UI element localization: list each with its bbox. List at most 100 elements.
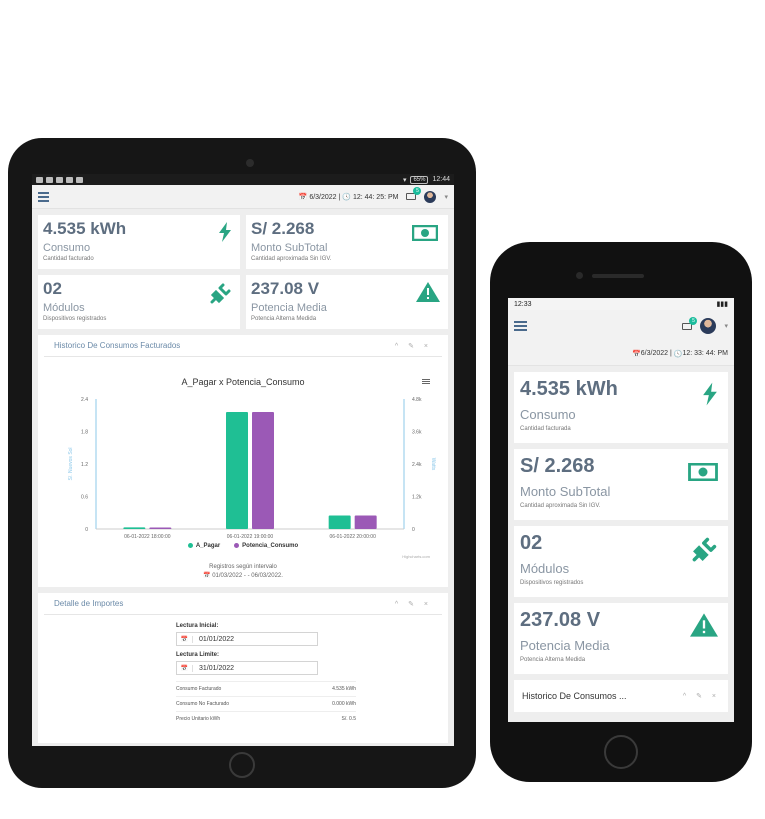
panel-header: Detalle de Importes ^ ✎ × — [44, 593, 442, 615]
phone-status-bar: 12:33 ▮▮▮ — [508, 298, 734, 310]
avatar[interactable] — [700, 318, 717, 334]
history-panel: Historico De Consumos Facturados ^ ✎ × A… — [38, 335, 448, 587]
history-panel: Historico De Consumos ... ^ ✎ × — [514, 680, 728, 712]
card-sub: Cantidad facturada — [520, 426, 571, 432]
card-name: Monto SubTotal — [520, 484, 611, 499]
bar-a-pagar — [123, 527, 146, 529]
tablet-camera — [246, 159, 254, 167]
lectura-limite-label: Lectura Limite: — [176, 652, 220, 658]
bar-potencia-consumo — [354, 515, 377, 529]
y-tick-label-left: 0 — [85, 527, 88, 533]
menu-hamburger-icon[interactable] — [38, 191, 49, 202]
panel-tools[interactable]: ^ ✎ × — [395, 342, 432, 350]
y-tick-label-left: 1.2 — [81, 462, 88, 468]
phone-speaker — [592, 274, 644, 278]
mail-icon[interactable]: 5 — [406, 187, 422, 200]
chart-credits: Highcharts.com — [402, 554, 430, 559]
time-value: 12: 33: 44: PM — [682, 350, 728, 357]
panel-title: Detalle de Importes — [54, 599, 124, 608]
lectura-inicial-input[interactable]: 📅 01/01/2022 — [176, 632, 318, 646]
date-separator: | — [338, 193, 341, 201]
card-sub: Cantidad facturado — [43, 256, 94, 262]
battery-indicator: 65% — [410, 175, 429, 184]
menu-hamburger-icon[interactable] — [514, 321, 527, 331]
legend-item-a[interactable]: A_Pagar — [187, 543, 220, 549]
legend-label: Potencia_Consumo — [242, 543, 299, 550]
chevron-down-icon[interactable]: ▾ — [444, 193, 448, 201]
details-table: Consumo Facturado 4.535 kWh Consumo No Fa… — [176, 681, 356, 726]
mail-badge: 5 — [689, 316, 698, 325]
chevron-down-icon[interactable]: ▾ — [724, 322, 728, 330]
tablet-topbar: 📅 6/3/2022 | 🕓 12: 44: 25: PM 5 ▾ — [32, 185, 454, 209]
mail-icon[interactable]: 5 — [682, 316, 698, 330]
card-monto: S/ 2.268 Monto SubTotal Cantidad aproxim… — [246, 215, 448, 269]
card-sub: Cantidad aproximada Sin IGV. — [520, 503, 601, 509]
notification-icons — [36, 176, 83, 183]
panel-tools[interactable]: ^ ✎ × — [395, 600, 432, 608]
y-axis-title-right: Watts — [430, 458, 436, 471]
status-time: 12:44 — [432, 176, 450, 183]
card-value: 4.535 kWh — [520, 378, 618, 400]
y-tick-label-left: 0.6 — [81, 495, 88, 501]
bar-a-pagar — [226, 412, 248, 529]
phone-device: 12:33 ▮▮▮ 5 ▾ 📅 6/3/2022 | 🕓 12: 33: 44:… — [490, 242, 752, 782]
banknote-icon — [411, 224, 439, 246]
status-time: 12:33 — [514, 300, 532, 308]
legend-item-b[interactable]: Potencia_Consumo — [234, 543, 298, 549]
card-sub: Dispositivos registrados — [520, 580, 584, 586]
avatar[interactable] — [424, 190, 437, 203]
date-value: 6/3/2022 — [640, 350, 669, 357]
phone-screen: 12:33 ▮▮▮ 5 ▾ 📅 6/3/2022 | 🕓 12: 33: 44:… — [508, 298, 734, 722]
row-label: Precio Unitario kWh — [176, 716, 221, 722]
card-monto: S/ 2.268 Monto SubTotal Cantidad aproxim… — [514, 449, 728, 520]
date-display: 📅 6/3/2022 | 🕓 12: 44: 25: PM — [298, 193, 399, 201]
date-value: 6/3/2022 — [309, 193, 337, 201]
lectura-limite-input[interactable]: 📅 31/01/2022 — [176, 661, 318, 675]
lectura-limite-value: 31/01/2022 — [199, 664, 235, 672]
tablet-device: ▾ 65% 12:44 📅 6/3/2022 | 🕓 12: 44: 25: P… — [8, 138, 476, 788]
tablet-screen: ▾ 65% 12:44 📅 6/3/2022 | 🕓 12: 44: 25: P… — [32, 174, 454, 746]
table-row: Consumo No Facturado 0.000 kWh — [176, 696, 356, 711]
card-value: 237.08 V — [251, 279, 320, 298]
row-value: S/. 0.5 — [341, 716, 356, 722]
chart-svg: 0 0.6 1.2 1.8 2.4 0 1.2k 2.4k 3.6k 4.8k S/. Nuevos… — [68, 397, 436, 540]
card-name: Potencia Media — [251, 302, 327, 314]
y-tick-label-right: 4.8k — [412, 397, 422, 403]
details-panel: Detalle de Importes ^ ✎ × Lectura Inicia… — [38, 593, 448, 743]
bar-a-pagar — [328, 515, 351, 529]
chart-legend: A_Pagar Potencia_Consumo — [38, 543, 448, 549]
warning-icon — [690, 613, 718, 642]
phone-home-button[interactable] — [604, 735, 638, 769]
panel-header: Historico De Consumos Facturados ^ ✎ × — [44, 335, 442, 357]
row-label: Consumo No Facturado — [176, 701, 230, 707]
time-value: 12: 44: 25: PM — [352, 193, 399, 201]
wifi-icon: ▾ — [402, 176, 407, 184]
plug-icon — [692, 536, 718, 567]
panel-title: Historico De Consumos Facturados — [54, 341, 181, 350]
row-value: 0.000 kWh — [332, 701, 356, 707]
x-tick-label: 06-01-2022 18:00:00 — [124, 534, 171, 540]
chart-subtitle-2-text: 01/03/2022 - - 06/03/2022. — [212, 573, 283, 579]
card-value: 4.535 kWh — [43, 219, 127, 238]
card-modulos: 02 Módulos Dispositivos registrados — [514, 526, 728, 597]
card-sub: Potencia Alterna Medida — [251, 316, 317, 322]
y-tick-label-right: 2.4k — [412, 462, 422, 468]
status-icons: ▮▮▮ — [716, 301, 728, 308]
card-potencia: 237.08 V Potencia Media Potencia Alterna… — [246, 275, 448, 329]
banknote-icon — [688, 462, 718, 486]
mail-badge: 5 — [413, 187, 422, 195]
calendar-icon: 📅 — [177, 664, 193, 672]
row-value: 4.535 kWh — [332, 686, 356, 692]
lectura-inicial-label: Lectura Inicial: — [176, 623, 219, 629]
tablet-home-button[interactable] — [229, 752, 255, 778]
y-tick-label-left: 2.4 — [81, 397, 88, 403]
chart-subtitle-2: 📅 01/03/2022 - - 06/03/2022. — [203, 573, 283, 579]
panel-tools[interactable]: ^ ✎ × — [683, 692, 720, 700]
row-label: Consumo Facturado — [176, 686, 222, 692]
card-potencia: 237.08 V Potencia Media Potencia Alterna… — [514, 603, 728, 674]
y-tick-label-right: 3.6k — [412, 430, 422, 436]
warning-icon — [416, 282, 440, 307]
card-name: Consumo — [520, 407, 576, 422]
date-separator: | — [669, 350, 672, 357]
y-tick-label-right: 0 — [412, 527, 415, 533]
